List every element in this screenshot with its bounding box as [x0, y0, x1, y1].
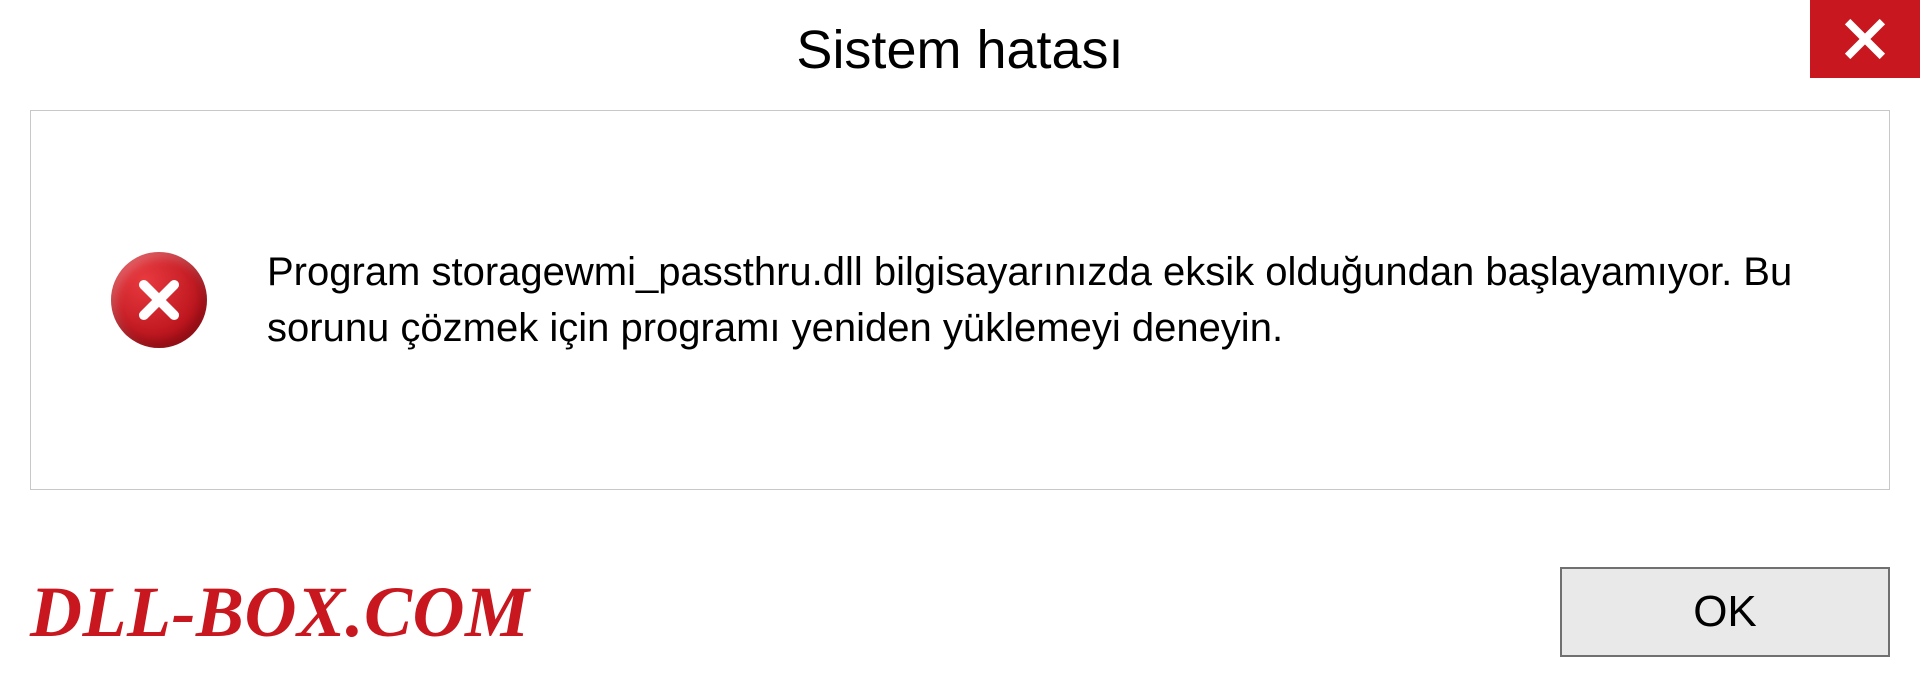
dialog-title: Sistem hatası: [796, 19, 1123, 81]
title-bar: Sistem hatası: [0, 0, 1920, 90]
error-icon: [111, 252, 207, 348]
close-icon: [1843, 17, 1887, 61]
dialog-footer: DLL-BOX.COM OK: [30, 562, 1890, 662]
close-button[interactable]: [1810, 0, 1920, 78]
watermark-text: DLL-BOX.COM: [30, 571, 530, 654]
dialog-message: Program storagewmi_passthru.dll bilgisay…: [267, 244, 1819, 356]
message-panel: Program storagewmi_passthru.dll bilgisay…: [30, 110, 1890, 490]
ok-button[interactable]: OK: [1560, 567, 1890, 657]
error-x-icon: [133, 274, 185, 326]
